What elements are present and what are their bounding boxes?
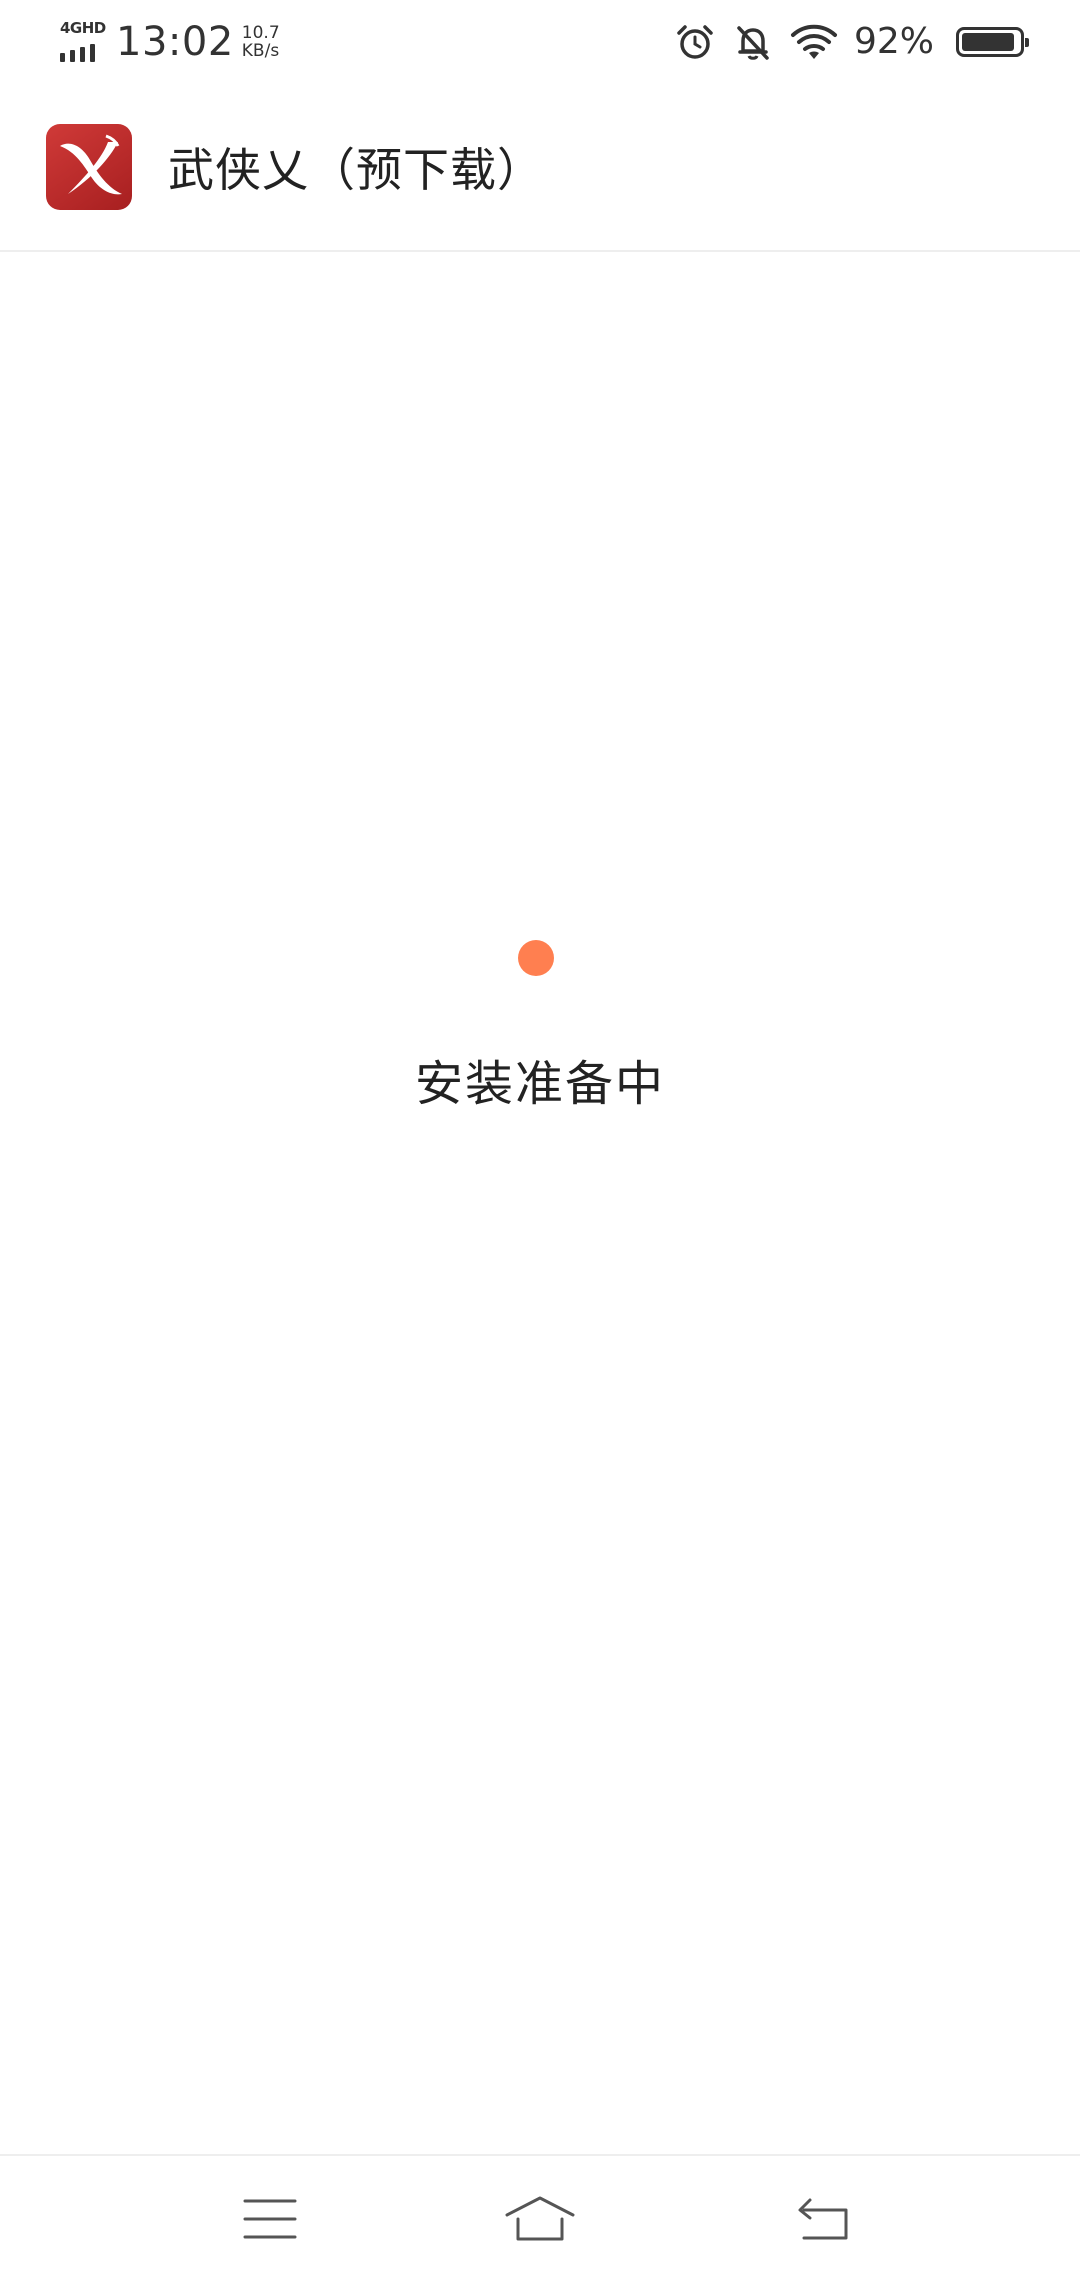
- menu-icon: [243, 2199, 297, 2239]
- home-icon: [505, 2196, 575, 2241]
- status-bar: 4GHD 13:02 10.7 KB/s 92%: [0, 0, 1080, 84]
- back-icon: [798, 2198, 848, 2240]
- network-type: 4GHD: [60, 19, 106, 37]
- menu-button[interactable]: [200, 2156, 340, 2280]
- battery-icon: [956, 27, 1029, 57]
- wuxia-app-icon: [46, 124, 132, 210]
- navigation-bar: [0, 2154, 1080, 2280]
- install-screen: 4GHD 13:02 10.7 KB/s 92% 武侠乂（预下载） 安装准备中: [0, 0, 1080, 2280]
- net-speed-value: 10.7: [241, 23, 280, 43]
- back-button[interactable]: [754, 2156, 894, 2280]
- battery-level: [962, 33, 1014, 51]
- battery-percent: 92%: [853, 21, 934, 62]
- wifi-icon: [790, 24, 837, 59]
- net-speed: 10.7 KB/s: [242, 24, 280, 60]
- net-speed-unit: KB/s: [241, 41, 280, 61]
- status-left: 4GHD 13:02 10.7 KB/s: [58, 0, 280, 84]
- app-title: 武侠乂（预下载）: [168, 143, 544, 197]
- app-header: 武侠乂（预下载）: [0, 84, 1080, 252]
- signal-icon: 4GHD: [58, 20, 106, 64]
- loading-status-text: 安装准备中: [414, 1056, 665, 1112]
- alarm-icon: [677, 25, 713, 59]
- status-right: 92%: [674, 21, 1029, 63]
- home-button[interactable]: [470, 2156, 610, 2280]
- bell-muted-icon: [737, 26, 769, 60]
- status-time: 13:02: [116, 19, 234, 65]
- loading-indicator: [518, 940, 554, 976]
